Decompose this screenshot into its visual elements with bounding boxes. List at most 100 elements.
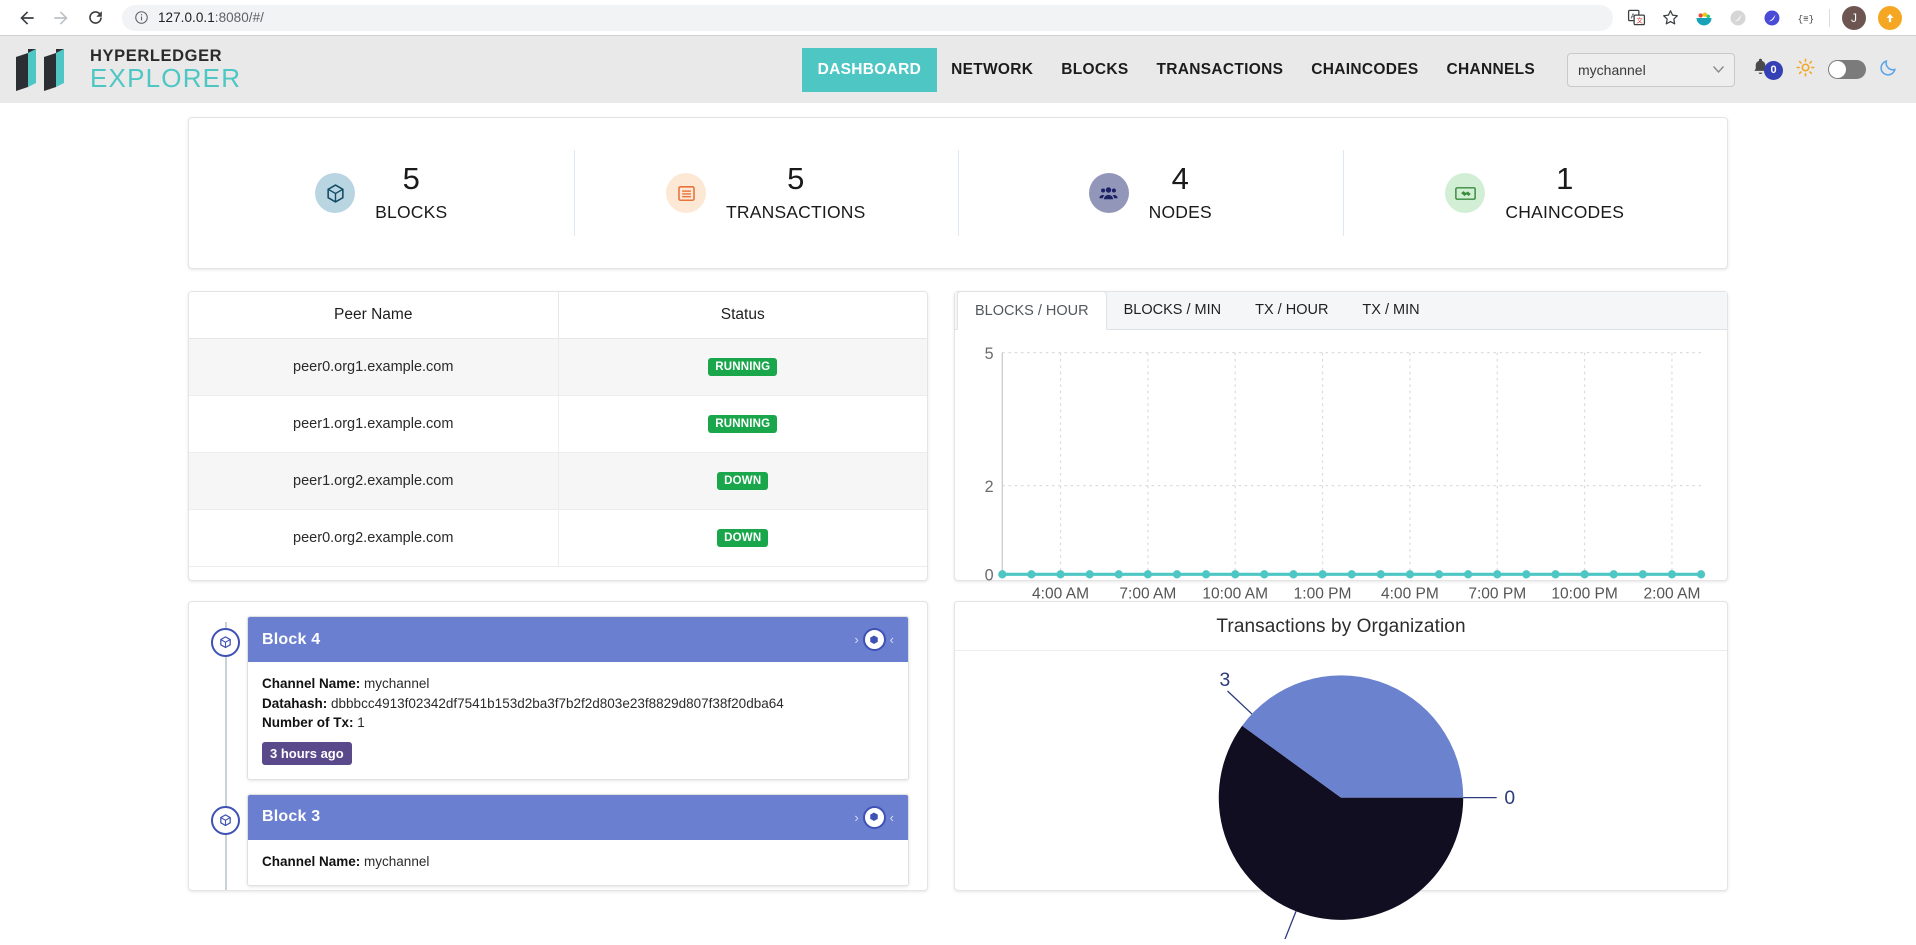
block-detail-button[interactable] <box>862 628 886 651</box>
site-info-icon[interactable] <box>134 10 149 25</box>
middle-row: Peer Name Status peer0.org1.example.com … <box>188 291 1728 602</box>
block-datahash-value: dbbbcc4913f02342df7541b153d2ba3f7b2f2d80… <box>331 695 784 711</box>
app-logo[interactable]: HYPERLEDGER EXPLORER <box>14 47 241 93</box>
pie-chart-area[interactable]: 032 <box>955 651 1727 945</box>
list-icon <box>677 185 695 201</box>
back-button[interactable] <box>12 3 42 33</box>
people-icon <box>1099 186 1118 199</box>
block-tx-value: 1 <box>357 715 365 731</box>
moon-icon <box>1880 59 1896 76</box>
status-badge: DOWN <box>717 529 769 547</box>
svg-text:4:00 AM: 4:00 AM <box>1032 585 1089 602</box>
profile-avatar[interactable]: J <box>1842 5 1866 30</box>
tab-blocks-min[interactable]: BLOCKS / MIN <box>1107 291 1239 329</box>
update-button[interactable] <box>1878 5 1902 30</box>
bookmark-star-icon <box>1662 10 1678 25</box>
nodes-count: 4 <box>1171 160 1189 196</box>
peer-name: peer0.org1.example.com <box>189 338 559 396</box>
block-tx-field: Number of Tx: 1 <box>262 713 894 733</box>
tab-tx-min[interactable]: TX / MIN <box>1345 291 1436 329</box>
block-card[interactable]: Block 4 › ‹ Channel Name: mychannel Data… <box>247 616 909 780</box>
chevron-left-icon: ‹ <box>889 809 894 825</box>
cube-icon <box>327 183 344 203</box>
browser-extension-icons: A 文 {≡} J <box>1625 5 1904 30</box>
chart-tab-bar: BLOCKS / HOUR BLOCKS / MIN TX / HOUR TX … <box>955 291 1727 330</box>
column-peer-name: Peer Name <box>189 292 559 339</box>
extension-gray-button[interactable] <box>1727 7 1749 29</box>
extension-colorful-button[interactable] <box>1693 7 1715 29</box>
bookmark-button[interactable] <box>1659 7 1681 29</box>
reload-icon <box>88 11 102 24</box>
nodes-label: NODES <box>1148 202 1212 223</box>
dark-theme-button[interactable] <box>1879 58 1898 82</box>
peers-table: Peer Name Status peer0.org1.example.com … <box>189 292 927 567</box>
block-channel-label: Channel Name: <box>262 853 361 869</box>
address-bar[interactable]: 127.0.0.1:8080/#/ <box>122 4 1613 31</box>
extension-colorful-icon <box>1696 12 1712 25</box>
nav-item-dashboard[interactable]: DASHBOARD <box>801 47 938 92</box>
svg-text:1:00 PM: 1:00 PM <box>1294 585 1352 602</box>
nav-item-network[interactable]: NETWORK <box>937 49 1047 91</box>
browser-toolbar: 127.0.0.1:8080/#/ A 文 {≡} J <box>0 0 1916 36</box>
channel-selector[interactable]: mychannel <box>1567 52 1735 87</box>
table-row[interactable]: peer0.org1.example.com RUNNING <box>189 338 927 396</box>
table-header-row: Peer Name Status <box>189 292 927 339</box>
status-badge: DOWN <box>717 472 769 490</box>
extension-braces-button[interactable]: {≡} <box>1795 7 1817 29</box>
nav-item-transactions[interactable]: TRANSACTIONS <box>1143 49 1298 91</box>
logo-line-1: HYPERLEDGER <box>90 46 223 65</box>
svg-text:0: 0 <box>1504 788 1515 809</box>
extension-blue-icon <box>1764 10 1780 25</box>
back-arrow-icon <box>20 10 34 25</box>
peer-status-cell: DOWN <box>558 509 927 567</box>
main-navigation: DASHBOARD NETWORK BLOCKS TRANSACTIONS CH… <box>801 47 1549 92</box>
light-theme-button[interactable] <box>1796 57 1815 82</box>
stat-nodes[interactable]: 4 NODES <box>958 150 1343 236</box>
timeline-entry: Block 3 › ‹ Channel Name: mychannel <box>189 793 927 887</box>
reload-button[interactable] <box>80 3 110 33</box>
tab-blocks-hour[interactable]: BLOCKS / HOUR <box>957 291 1107 330</box>
notifications-button[interactable]: 0 <box>1751 57 1783 83</box>
chevron-left-icon: ‹ <box>889 632 894 647</box>
translate-icon: A 文 <box>1627 9 1645 26</box>
stat-transactions[interactable]: 5 TRANSACTIONS <box>573 150 959 236</box>
svg-text:2:00 AM: 2:00 AM <box>1643 585 1700 602</box>
table-row[interactable]: peer1.org1.example.com RUNNING <box>189 395 927 453</box>
block-channel-label: Channel Name: <box>262 676 361 691</box>
transactions-by-organization-pie-chart: 032 <box>1218 670 1515 945</box>
nav-item-blocks[interactable]: BLOCKS <box>1047 49 1142 91</box>
table-row[interactable]: peer1.org2.example.com DOWN <box>189 452 927 510</box>
tab-tx-hour[interactable]: TX / HOUR <box>1238 291 1345 329</box>
translate-button[interactable]: A 文 <box>1625 7 1647 29</box>
theme-toggle-switch[interactable] <box>1828 60 1866 79</box>
bottom-row: Block 4 › ‹ Channel Name: mychannel Data… <box>188 601 1728 945</box>
app-header: HYPERLEDGER EXPLORER DASHBOARD NETWORK B… <box>0 36 1916 103</box>
svg-text:7:00 PM: 7:00 PM <box>1468 585 1526 602</box>
block-detail-button[interactable] <box>862 805 886 829</box>
line-chart-area[interactable]: 0 2 5 4:00 AM 7:00 AM 10:00 AM 1:00 PM 4:00 PM 7… <box>955 330 1727 618</box>
dashboard-page: 5 BLOCKS 5 TRANSACTIONS 4 NODES 1 CHAINC… <box>0 103 1916 945</box>
block-channel-field: Channel Name: mychannel <box>262 852 894 872</box>
chevron-down-icon <box>1713 66 1724 73</box>
nav-item-chaincodes[interactable]: CHAINCODES <box>1297 49 1432 91</box>
peer-status-cell: RUNNING <box>558 338 927 396</box>
extension-blue-button[interactable] <box>1761 7 1783 29</box>
block-title: Block 4 <box>262 630 321 648</box>
block-timestamp-badge: 3 hours ago <box>262 741 352 765</box>
peer-status-cell: RUNNING <box>558 395 927 453</box>
timeline-node-icon <box>211 805 240 835</box>
table-row[interactable]: peer0.org2.example.com DOWN <box>189 509 927 567</box>
chevron-right-icon: › <box>854 809 859 825</box>
notification-count-badge: 0 <box>1764 60 1783 80</box>
logo-line-2: EXPLORER <box>90 63 242 94</box>
block-card[interactable]: Block 3 › ‹ Channel Name: mychannel <box>247 793 909 887</box>
forward-button[interactable] <box>46 3 76 33</box>
chaincodes-label: CHAINCODES <box>1505 202 1625 223</box>
nav-item-channels[interactable]: CHANNELS <box>1432 49 1549 91</box>
nodes-icon-circle <box>1088 173 1129 213</box>
stat-chaincodes[interactable]: 1 CHAINCODES <box>1342 150 1728 236</box>
cube-icon <box>870 635 878 644</box>
cube-icon <box>220 636 231 649</box>
svg-text:7:00 AM: 7:00 AM <box>1119 585 1176 602</box>
stat-blocks[interactable]: 5 BLOCKS <box>189 150 574 236</box>
